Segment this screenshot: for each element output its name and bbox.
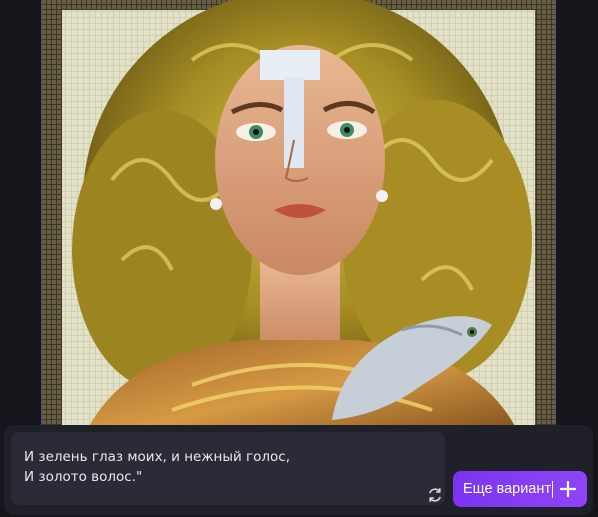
prompt-panel: И зелень глаз моих, и нежный голос, И зо… <box>4 425 593 515</box>
refresh-icon-glyph <box>429 488 441 502</box>
generated-image[interactable] <box>41 0 556 440</box>
more-variant-button[interactable]: Еще вариант <box>453 471 587 507</box>
app-window: И зелень глаз моих, и нежный голос, И зо… <box>0 0 598 517</box>
refresh-icon[interactable] <box>426 486 444 504</box>
plus-icon <box>559 480 577 498</box>
more-variant-label: Еще вариант <box>463 481 552 497</box>
prompt-text: И зелень глаз моих, и нежный голос, И зо… <box>24 449 290 485</box>
text-cursor <box>552 480 554 498</box>
mosaic-portrait-image <box>42 0 555 440</box>
prompt-text-area[interactable]: И зелень глаз моих, и нежный голос, И зо… <box>11 432 445 505</box>
